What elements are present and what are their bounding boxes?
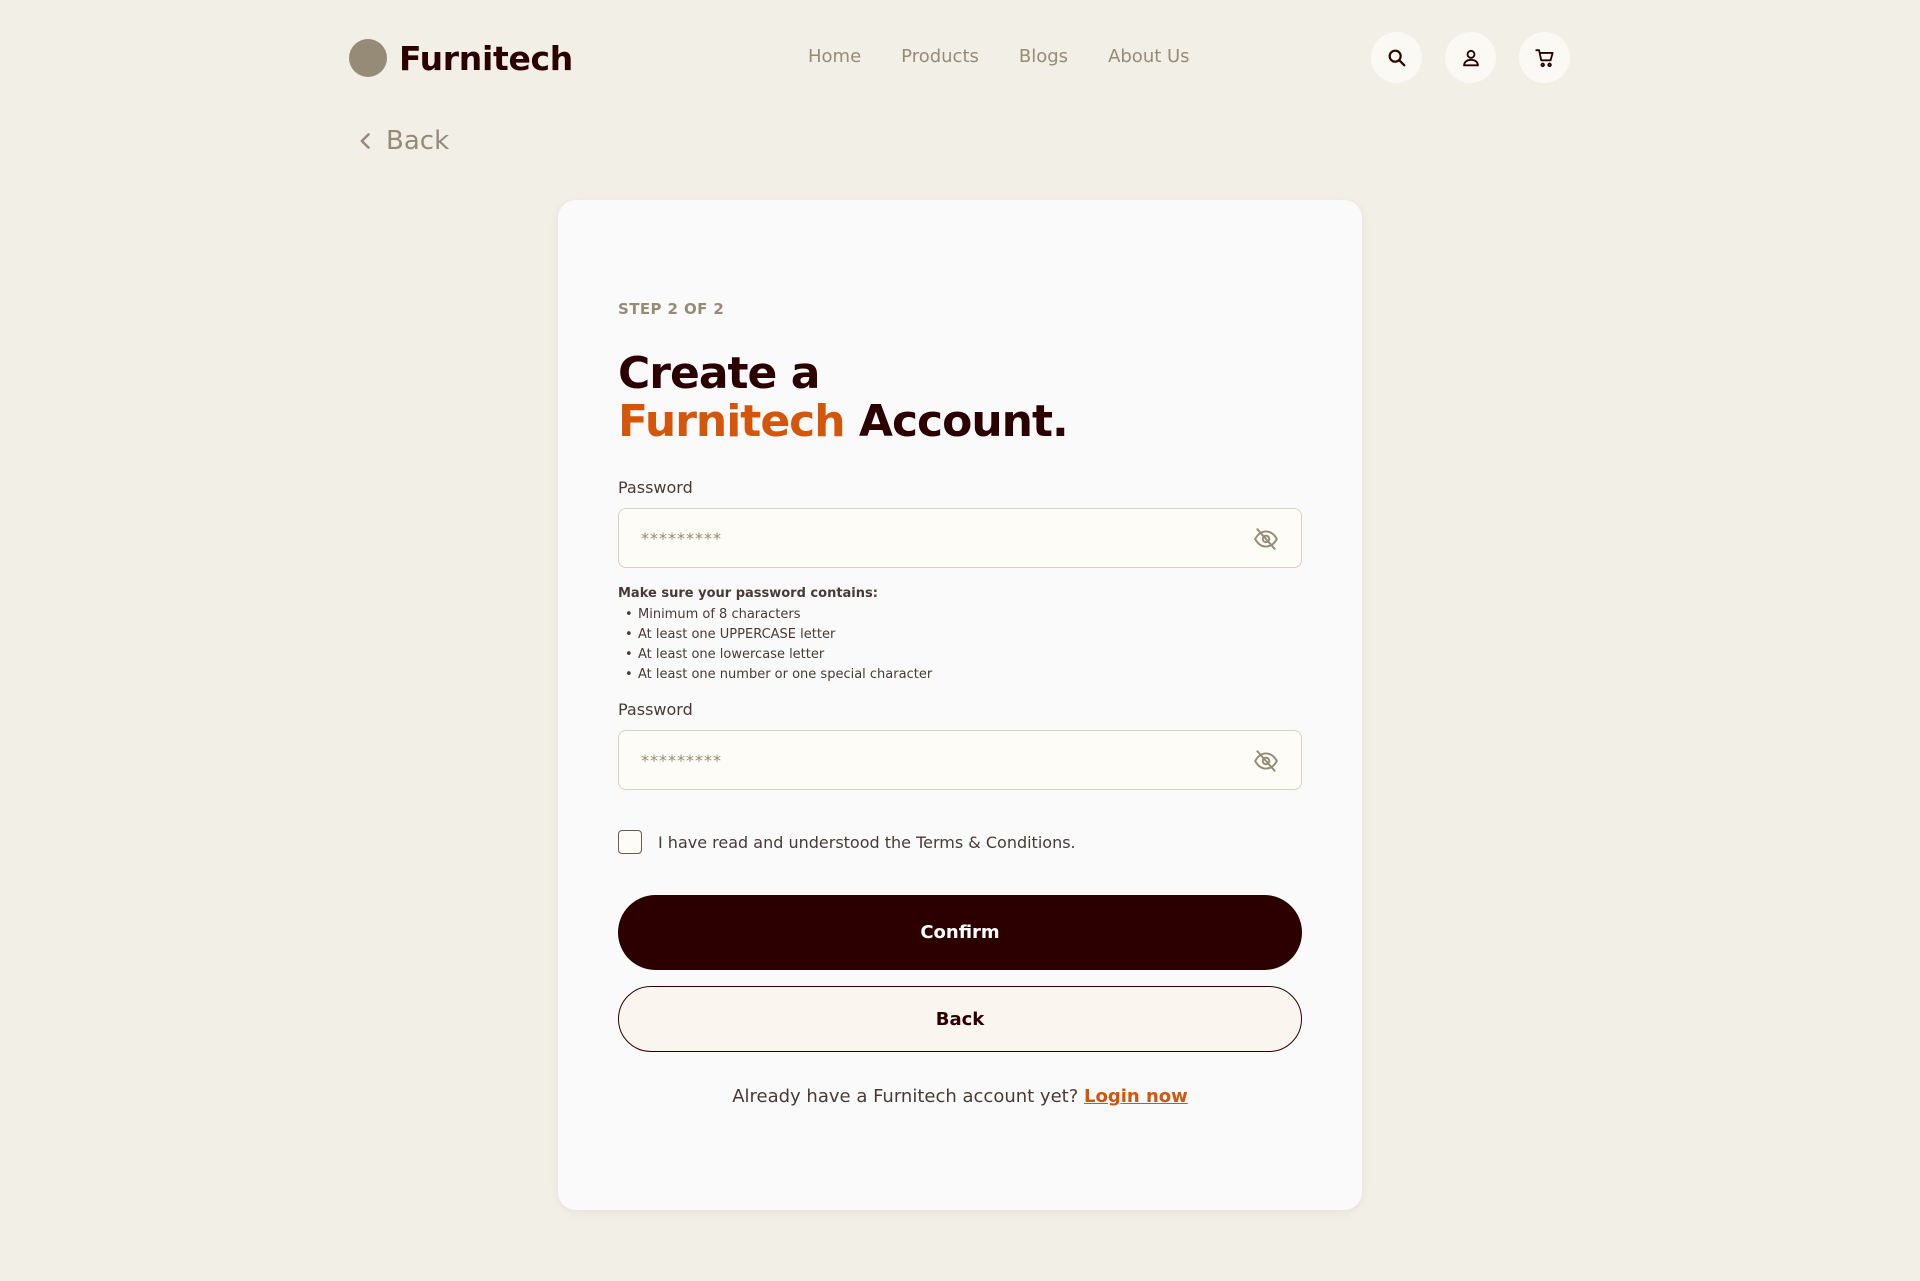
- nav-about-us[interactable]: About Us: [1108, 46, 1190, 67]
- back-button[interactable]: Back: [618, 986, 1302, 1052]
- top-navigation: Furnitech Home Products Blogs About Us: [0, 0, 1920, 116]
- confirm-password-input[interactable]: [641, 731, 1221, 789]
- confirm-password-label: Password: [618, 700, 693, 719]
- signup-card: STEP 2 OF 2 Create a Furnitech Account. …: [558, 200, 1362, 1210]
- requirements-title: Make sure your password contains:: [618, 586, 878, 601]
- password-requirements: Make sure your password contains: Minimu…: [618, 586, 1302, 685]
- password-label: Password: [618, 478, 693, 497]
- cart-button[interactable]: [1519, 32, 1570, 83]
- title-brand: Furnitech: [618, 396, 846, 447]
- confirm-button[interactable]: Confirm: [618, 895, 1302, 970]
- account-button[interactable]: [1445, 32, 1496, 83]
- title-line1: Create a: [618, 348, 820, 399]
- nav-home[interactable]: Home: [808, 46, 861, 67]
- requirements-list: Minimum of 8 characters At least one UPP…: [618, 605, 1302, 685]
- requirement-item: At least one lowercase letter: [618, 645, 1302, 665]
- main-nav: Home Products Blogs About Us: [808, 46, 1190, 67]
- login-prompt: Already have a Furnitech account yet? Lo…: [618, 1086, 1302, 1107]
- nav-blogs[interactable]: Blogs: [1019, 46, 1068, 67]
- nav-products[interactable]: Products: [901, 46, 979, 67]
- nav-icon-group: [1371, 32, 1570, 83]
- logo-mark: [349, 39, 387, 77]
- requirement-item: At least one number or one special chara…: [618, 665, 1302, 685]
- eye-off-icon[interactable]: [1253, 748, 1279, 774]
- password-input[interactable]: [641, 509, 1221, 567]
- title-suffix: Account.: [844, 396, 1069, 447]
- back-link-label: Back: [386, 126, 450, 156]
- terms-label[interactable]: I have read and understood the Terms & C…: [658, 833, 1076, 852]
- terms-row: I have read and understood the Terms & C…: [618, 830, 1076, 854]
- login-link[interactable]: Login now: [1084, 1086, 1188, 1107]
- cart-icon: [1534, 48, 1554, 67]
- search-button[interactable]: [1371, 32, 1422, 83]
- confirm-password-field-wrapper: [618, 730, 1302, 790]
- search-icon: [1388, 49, 1405, 66]
- brand-logo[interactable]: Furnitech: [349, 38, 573, 78]
- terms-checkbox[interactable]: [618, 830, 642, 854]
- password-field-wrapper: [618, 508, 1302, 568]
- login-prompt-text: Already have a Furnitech account yet?: [732, 1086, 1084, 1107]
- requirement-item: Minimum of 8 characters: [618, 605, 1302, 625]
- eye-off-icon[interactable]: [1253, 526, 1279, 552]
- brand-name: Furnitech: [399, 38, 573, 78]
- back-link[interactable]: Back: [356, 126, 449, 156]
- user-icon: [1462, 49, 1479, 66]
- requirement-item: At least one UPPERCASE letter: [618, 625, 1302, 645]
- step-indicator: STEP 2 OF 2: [618, 300, 725, 318]
- chevron-left-icon: [360, 133, 370, 149]
- page-title: Create a Furnitech Account.: [618, 348, 1069, 447]
